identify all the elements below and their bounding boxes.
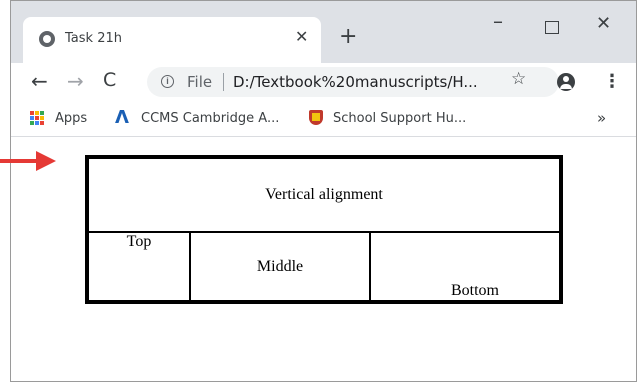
forward-button[interactable]: → [67,69,84,93]
profile-avatar-icon[interactable] [557,73,575,91]
scheme-label: File [187,73,213,91]
bookmark-school-support[interactable]: School Support Hu... [333,111,466,126]
minimize-button[interactable]: – [493,9,503,33]
maximize-button[interactable] [545,21,559,34]
new-tab-button[interactable]: + [339,26,357,48]
info-icon[interactable]: i [161,75,174,88]
menu-icon[interactable]: ⋮ [603,71,621,92]
address-bar[interactable]: i File D:/Textbook%20manuscripts/H... [147,67,559,97]
ccms-logo-icon: Λ [115,107,129,128]
globe-icon [39,31,55,47]
page-content: Vertical alignment Top Middle Bottom [11,137,636,381]
bookmark-ccms[interactable]: CCMS Cambridge A... [141,111,279,126]
tab-strip: Task 21h ✕ + – ✕ [11,1,636,63]
more-bookmarks-icon[interactable]: » [597,109,606,127]
url-text[interactable]: D:/Textbook%20manuscripts/H... [233,73,478,91]
table-cell-top: Top [88,232,190,301]
divider [223,73,224,91]
table-header-cell: Vertical alignment [88,158,560,232]
browser-window: Task 21h ✕ + – ✕ ← → C i File D:/Textboo… [10,0,637,382]
navigation-toolbar: ← → C i File D:/Textbook%20manuscripts/H… [11,63,636,101]
tab-title: Task 21h [65,31,122,46]
bookmarks-bar: Apps Λ CCMS Cambridge A... School Suppor… [11,101,636,137]
bookmark-star-icon[interactable]: ☆ [511,69,526,89]
annotation-arrow-icon [0,151,56,171]
table-cell-middle: Middle [190,232,370,301]
bookmark-apps[interactable]: Apps [55,111,87,126]
shield-icon [309,110,323,125]
active-tab[interactable]: Task 21h ✕ [23,17,321,63]
back-button[interactable]: ← [31,69,48,93]
close-tab-icon[interactable]: ✕ [295,27,308,46]
apps-grid-icon[interactable] [30,111,44,125]
close-window-button[interactable]: ✕ [596,13,611,34]
reload-button[interactable]: C [103,69,116,91]
table-cell-bottom: Bottom [370,232,560,301]
alignment-table: Vertical alignment Top Middle Bottom [85,155,563,304]
